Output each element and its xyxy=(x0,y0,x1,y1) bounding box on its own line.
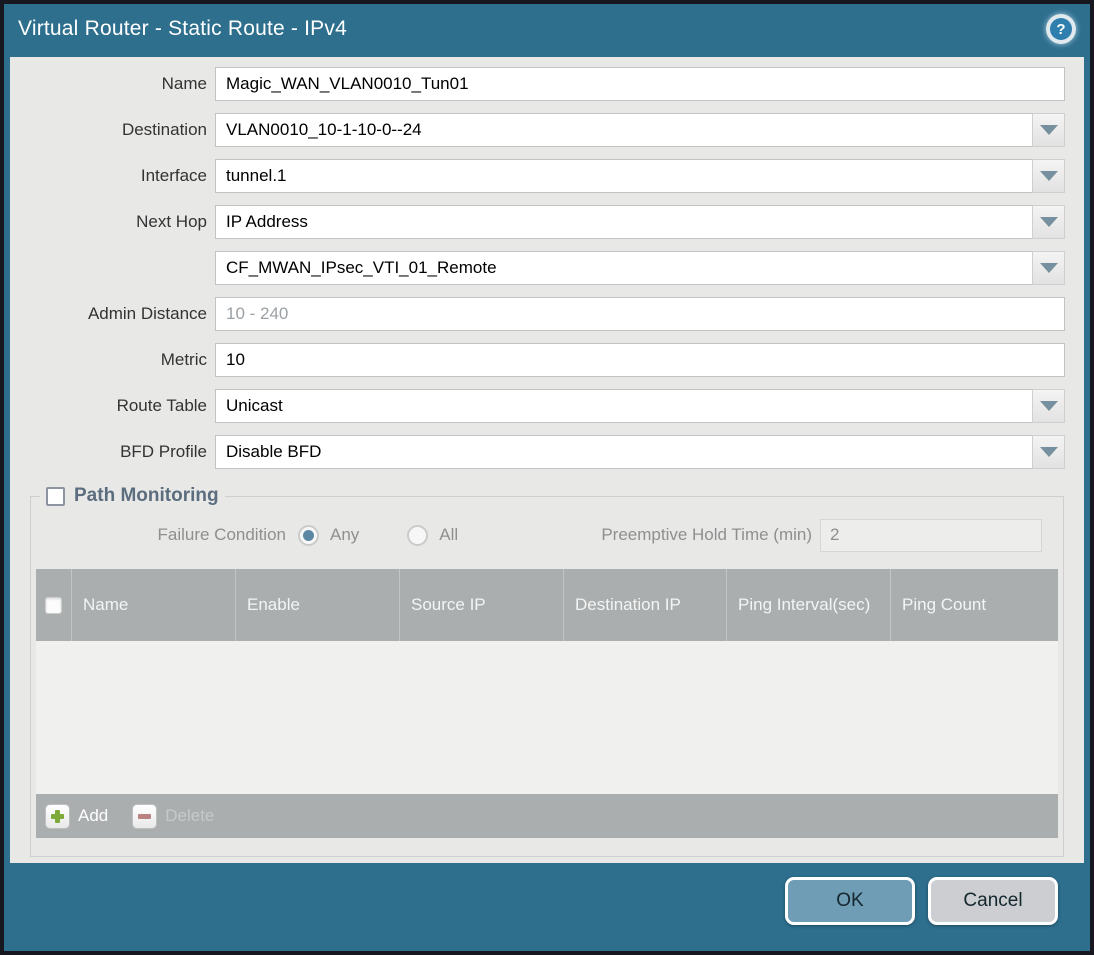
form-row-destination: Destination xyxy=(10,113,1084,147)
table-toolbar: Add Delete xyxy=(36,794,1058,838)
form-row-interface: Interface xyxy=(10,159,1084,193)
failure-condition-all-radio[interactable] xyxy=(407,524,429,546)
next-hop-type-dropdown-button[interactable] xyxy=(1032,205,1065,239)
failure-condition-row: Failure Condition Any All Preemptive Hol… xyxy=(36,517,1048,553)
destination-dropdown-button[interactable] xyxy=(1032,113,1065,147)
next-hop-address-input[interactable] xyxy=(215,251,1065,285)
next-hop-type-input[interactable] xyxy=(215,205,1065,239)
form-row-admin-distance: Admin Distance xyxy=(10,297,1084,331)
route-table-input[interactable] xyxy=(215,389,1065,423)
route-table-label: Route Table xyxy=(116,396,207,415)
column-header-enable[interactable]: Enable xyxy=(236,569,400,641)
preemptive-hold-time-label: Preemptive Hold Time (min) xyxy=(601,525,812,544)
bfd-profile-input[interactable] xyxy=(215,435,1065,469)
admin-distance-input[interactable] xyxy=(215,297,1065,331)
path-monitoring-section: Path Monitoring Failure Condition Any Al… xyxy=(30,485,1064,857)
preemptive-hold-time-input[interactable] xyxy=(820,518,1042,552)
table-header-checkbox-cell xyxy=(36,569,72,641)
dialog-footer: OK Cancel xyxy=(4,863,1090,925)
failure-condition-all-label: All xyxy=(439,525,459,544)
radio-selected-dot xyxy=(303,529,314,541)
destination-input[interactable] xyxy=(215,113,1065,147)
chevron-down-icon xyxy=(1039,125,1058,135)
failure-condition-any-radio[interactable] xyxy=(298,524,319,546)
name-label: Name xyxy=(161,74,207,93)
interface-dropdown-button[interactable] xyxy=(1032,159,1065,193)
metric-input[interactable] xyxy=(215,343,1065,377)
minus-icon xyxy=(132,803,158,829)
form-row-name: Name xyxy=(10,67,1084,101)
failure-condition-label: Failure Condition xyxy=(157,525,286,544)
chevron-down-icon xyxy=(1039,401,1058,411)
bfd-profile-label: BFD Profile xyxy=(120,442,207,461)
column-header-source-ip[interactable]: Source IP xyxy=(400,569,564,641)
chevron-down-icon xyxy=(1039,217,1058,227)
form-row-route-table: Route Table xyxy=(10,389,1084,423)
column-header-name[interactable]: Name xyxy=(72,569,236,641)
metric-label: Metric xyxy=(160,350,207,369)
column-header-destination-ip[interactable]: Destination IP xyxy=(564,569,727,641)
delete-button[interactable]: Delete xyxy=(132,803,215,829)
path-monitoring-legend: Path Monitoring xyxy=(40,485,225,507)
select-all-checkbox[interactable] xyxy=(45,596,62,614)
column-header-ping-count[interactable]: Ping Count xyxy=(891,569,1058,641)
delete-button-label: Delete xyxy=(165,806,215,825)
admin-distance-label: Admin Distance xyxy=(87,304,207,323)
title-bar: Virtual Router - Static Route - IPv4 ? xyxy=(4,4,1090,54)
chevron-down-icon xyxy=(1039,447,1058,457)
dialog-title: Virtual Router - Static Route - IPv4 xyxy=(18,17,347,40)
add-button[interactable]: Add xyxy=(45,803,109,829)
form-row-next-hop-address xyxy=(10,251,1084,285)
interface-input[interactable] xyxy=(215,159,1065,193)
cancel-button[interactable]: Cancel xyxy=(928,877,1058,925)
route-table-dropdown-button[interactable] xyxy=(1032,389,1065,423)
form-row-bfd-profile: BFD Profile xyxy=(10,435,1084,469)
form-row-metric: Metric xyxy=(10,343,1084,377)
path-monitoring-table: Name Enable Source IP Destination IP Pin… xyxy=(36,569,1058,838)
static-route-dialog: Virtual Router - Static Route - IPv4 ? N… xyxy=(0,0,1094,955)
ok-button[interactable]: OK xyxy=(785,877,915,925)
path-monitoring-checkbox[interactable] xyxy=(46,486,65,506)
plus-icon xyxy=(45,803,70,829)
add-button-label: Add xyxy=(78,806,109,825)
content-panel: Name Destination Interface xyxy=(10,57,1084,863)
interface-label: Interface xyxy=(140,166,207,185)
chevron-down-icon xyxy=(1039,263,1058,273)
bfd-profile-dropdown-button[interactable] xyxy=(1032,435,1065,469)
table-body-empty xyxy=(36,641,1058,794)
name-input[interactable] xyxy=(215,67,1065,101)
failure-condition-any-label: Any xyxy=(330,525,360,544)
chevron-down-icon xyxy=(1039,171,1058,181)
table-header-row: Name Enable Source IP Destination IP Pin… xyxy=(36,569,1058,641)
column-header-ping-interval[interactable]: Ping Interval(sec) xyxy=(727,569,891,641)
form-row-next-hop: Next Hop xyxy=(10,205,1084,239)
next-hop-label: Next Hop xyxy=(136,212,207,231)
destination-label: Destination xyxy=(121,120,207,139)
next-hop-address-dropdown-button[interactable] xyxy=(1032,251,1065,285)
help-icon[interactable]: ? xyxy=(1046,14,1076,44)
path-monitoring-title: Path Monitoring xyxy=(74,485,219,506)
